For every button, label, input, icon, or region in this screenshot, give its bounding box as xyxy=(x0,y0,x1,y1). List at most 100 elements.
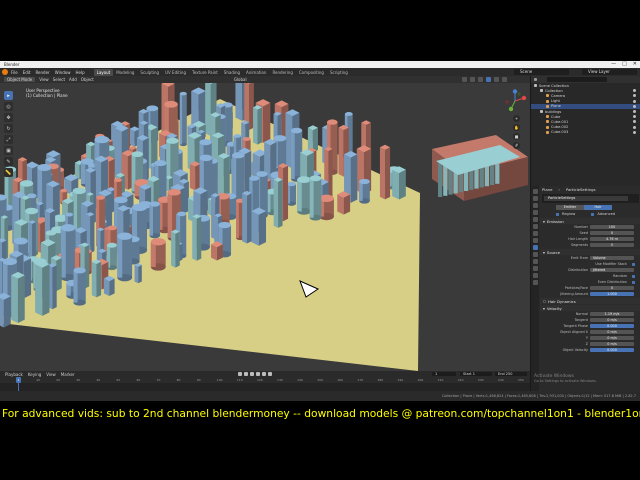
start-frame-field[interactable]: Start 1 xyxy=(460,372,492,376)
world-tab-icon[interactable] xyxy=(532,224,538,229)
outliner-item[interactable]: Cube.003 xyxy=(531,130,640,135)
close-icon[interactable]: ✕ xyxy=(633,61,637,68)
cursor-icon[interactable]: ◎ xyxy=(4,102,13,111)
blender-logo-icon[interactable] xyxy=(2,69,8,75)
visibility-eye-icon[interactable] xyxy=(633,130,636,134)
hair-dynamics-checkbox[interactable] xyxy=(543,299,546,303)
menu-view[interactable]: View xyxy=(39,77,49,82)
property-checkbox[interactable] xyxy=(632,274,635,278)
constraints-tab-icon[interactable] xyxy=(532,259,538,264)
material-shading-icon[interactable] xyxy=(494,77,499,82)
property-value-field[interactable]: Jittered xyxy=(590,267,634,273)
texture-tab-icon[interactable] xyxy=(532,280,538,285)
outliner-search-input[interactable] xyxy=(547,77,607,82)
timeline-area[interactable]: 0102030405060708090100110120130140150160… xyxy=(0,377,530,391)
scene-tab-icon[interactable] xyxy=(532,217,538,222)
mode-dropdown[interactable]: Object Mode xyxy=(4,77,36,82)
visibility-eye-icon[interactable] xyxy=(633,125,636,129)
scene-selector[interactable]: Scene xyxy=(514,69,569,75)
annotate-icon[interactable]: ✎ xyxy=(4,157,13,166)
menu-object[interactable]: Object xyxy=(81,77,94,82)
play-reverse-icon[interactable] xyxy=(250,372,254,376)
visibility-eye-icon[interactable] xyxy=(633,109,636,113)
rotate-icon[interactable]: ↻ xyxy=(4,124,13,133)
property-value-field[interactable]: 0 m/s xyxy=(590,335,634,341)
visibility-eye-icon[interactable] xyxy=(633,115,636,119)
advanced-checkbox[interactable] xyxy=(591,212,595,216)
move-icon[interactable]: ✥ xyxy=(4,113,13,122)
property-value-field[interactable]: 0.000 xyxy=(590,323,634,329)
hair-dynamics-section-header[interactable]: Hair Dynamics xyxy=(540,298,640,304)
outliner-display-icon[interactable] xyxy=(534,78,537,81)
property-value-field[interactable]: 100 xyxy=(590,224,634,230)
menu-file[interactable]: File xyxy=(11,70,18,75)
type-emitter-button[interactable]: Emitter xyxy=(556,204,584,210)
regrow-checkbox[interactable] xyxy=(556,212,559,216)
timeline-menu-keying[interactable]: Keying xyxy=(28,372,41,377)
tab-sculpting[interactable]: Sculpting xyxy=(137,69,162,76)
ortho-toggle-icon[interactable]: # xyxy=(513,142,520,149)
property-value-field[interactable]: 0 m/s xyxy=(590,341,634,347)
timeline-menu-marker[interactable]: Marker xyxy=(61,372,75,377)
prev-key-icon[interactable] xyxy=(244,372,248,376)
camera-view-icon[interactable]: ■ xyxy=(513,133,520,140)
menu-edit[interactable]: Edit xyxy=(23,70,31,75)
property-value-field[interactable]: 0 xyxy=(590,285,634,291)
particle-system-item[interactable]: ParticleSettings xyxy=(544,196,628,201)
measure-icon[interactable]: 📏 xyxy=(4,168,13,177)
modifier-tab-icon[interactable] xyxy=(532,238,538,243)
menu-add[interactable]: Add xyxy=(69,77,77,82)
property-checkbox[interactable] xyxy=(632,262,635,266)
minimize-icon[interactable]: — xyxy=(611,61,616,68)
tool-tab-icon[interactable] xyxy=(532,189,538,194)
jump-end-icon[interactable] xyxy=(268,372,272,376)
orientation-dropdown[interactable]: Global xyxy=(234,77,247,82)
visibility-eye-icon[interactable] xyxy=(633,89,636,93)
property-value-field[interactable]: 0 xyxy=(590,230,634,236)
property-value-field[interactable]: 0 m/s xyxy=(590,317,634,323)
timeline-menu-playback[interactable]: Playback xyxy=(5,372,23,377)
property-value-field[interactable]: 0.000 xyxy=(590,347,634,353)
render-tab-icon[interactable] xyxy=(532,196,538,201)
data-tab-icon[interactable] xyxy=(532,266,538,271)
tab-compositing[interactable]: Compositing xyxy=(296,69,327,76)
play-icon[interactable] xyxy=(256,372,260,376)
particles-tab-icon[interactable] xyxy=(532,245,538,250)
property-value-field[interactable]: 0 m/s xyxy=(590,329,634,335)
end-frame-field[interactable]: End 250 xyxy=(495,372,527,376)
transform-icon[interactable]: ▣ xyxy=(4,146,13,155)
tab-modeling[interactable]: Modeling xyxy=(113,69,137,76)
timeline-ruler[interactable]: 0102030405060708090100110120130140150160… xyxy=(0,377,530,383)
menu-render[interactable]: Render xyxy=(35,70,49,75)
view-layer-selector[interactable]: View Layer xyxy=(582,69,637,75)
property-value-field[interactable]: 5 xyxy=(590,242,634,248)
property-checkbox[interactable] xyxy=(632,280,635,284)
tab-scripting[interactable]: Scripting xyxy=(327,69,351,76)
menu-select[interactable]: Select xyxy=(53,77,65,82)
maximize-icon[interactable]: □ xyxy=(622,61,627,68)
tab-layout[interactable]: Layout xyxy=(93,68,114,76)
visibility-eye-icon[interactable] xyxy=(633,120,636,124)
view-layer-tab-icon[interactable] xyxy=(532,210,538,215)
visibility-eye-icon[interactable] xyxy=(633,94,636,98)
scale-icon[interactable]: ⤢ xyxy=(4,135,13,144)
overlay-icon[interactable] xyxy=(462,77,467,82)
jump-start-icon[interactable] xyxy=(238,372,242,376)
wireframe-shading-icon[interactable] xyxy=(478,77,483,82)
current-frame-field[interactable]: 1 xyxy=(432,372,456,376)
type-hair-button[interactable]: Hair xyxy=(584,204,612,210)
property-value-field[interactable]: Volume xyxy=(590,255,634,261)
tab-rendering[interactable]: Rendering xyxy=(269,69,295,76)
tab-animation[interactable]: Animation xyxy=(243,69,269,76)
pan-icon[interactable]: ✋ xyxy=(513,124,520,131)
xray-icon[interactable] xyxy=(470,77,475,82)
menu-window[interactable]: Window xyxy=(55,70,71,75)
property-value-field[interactable]: 1.19 m/s xyxy=(590,311,634,317)
select-box-icon[interactable]: ▸ xyxy=(4,91,13,100)
property-value-field[interactable]: 4.76 m xyxy=(590,236,634,242)
visibility-eye-icon[interactable] xyxy=(633,99,636,103)
property-value-field[interactable]: 1.000 xyxy=(590,291,634,297)
object-tab-icon[interactable] xyxy=(532,231,538,236)
tab-texture-paint[interactable]: Texture Paint xyxy=(189,69,221,76)
3d-viewport[interactable]: User Perspective (1) Collection | Plane … xyxy=(0,83,530,371)
